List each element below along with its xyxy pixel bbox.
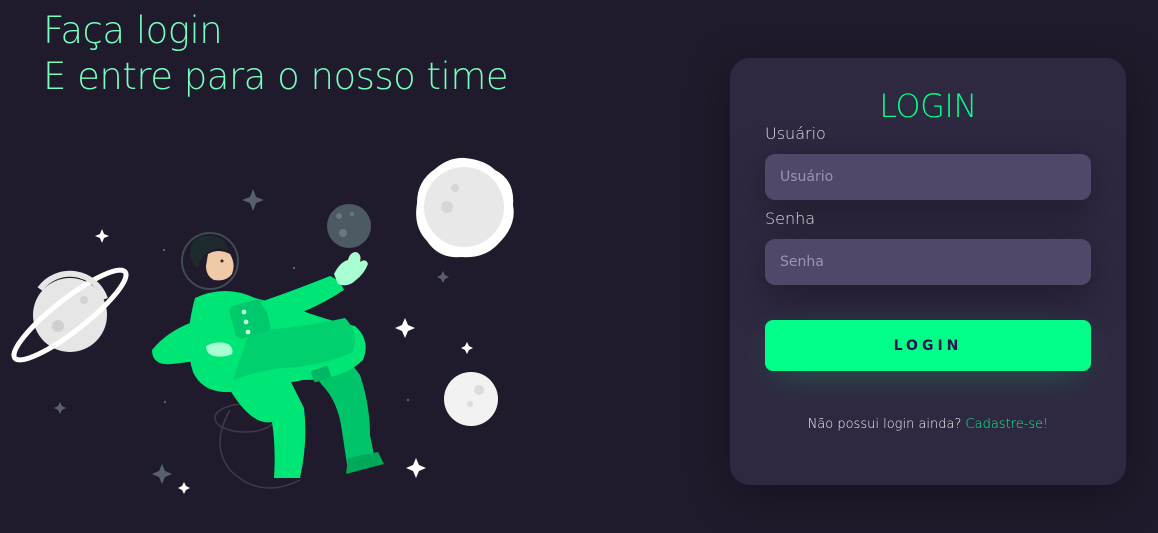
moon-small bbox=[444, 372, 498, 426]
signup-prompt-text: Não possui login ainda? bbox=[807, 417, 962, 432]
star-icon bbox=[54, 402, 66, 414]
star-icon bbox=[95, 229, 109, 243]
asteroid bbox=[327, 204, 371, 248]
signup-prompt: Não possui login ainda? Cadastre-se! bbox=[730, 416, 1126, 434]
password-input[interactable] bbox=[765, 239, 1091, 285]
login-page: Faça login E entre para o nosso time LOG… bbox=[0, 0, 1158, 533]
star-icon bbox=[152, 464, 172, 484]
hero-heading: Faça login E entre para o nosso time bbox=[43, 8, 509, 100]
star-icon bbox=[242, 189, 264, 211]
astronaut-illustration bbox=[11, 157, 514, 494]
ringed-planet bbox=[11, 267, 129, 363]
star-icon bbox=[178, 482, 190, 494]
hero-line-2: E entre para o nosso time bbox=[43, 55, 509, 98]
username-input[interactable] bbox=[765, 154, 1091, 200]
signup-link[interactable]: Cadastre-se! bbox=[966, 417, 1049, 432]
login-button[interactable]: Login bbox=[765, 320, 1091, 371]
login-card: LOGIN Usuário Senha Login Não possui log… bbox=[730, 58, 1126, 485]
star-icon bbox=[437, 271, 449, 283]
star-icon bbox=[395, 318, 415, 338]
star-icon bbox=[406, 458, 426, 478]
hero-line-1: Faça login bbox=[43, 9, 223, 52]
astronaut bbox=[152, 232, 384, 478]
star-icon bbox=[461, 342, 473, 354]
password-label: Senha bbox=[765, 209, 816, 228]
moon-large bbox=[416, 157, 514, 258]
login-title: LOGIN bbox=[879, 87, 977, 125]
username-label: Usuário bbox=[765, 124, 826, 143]
